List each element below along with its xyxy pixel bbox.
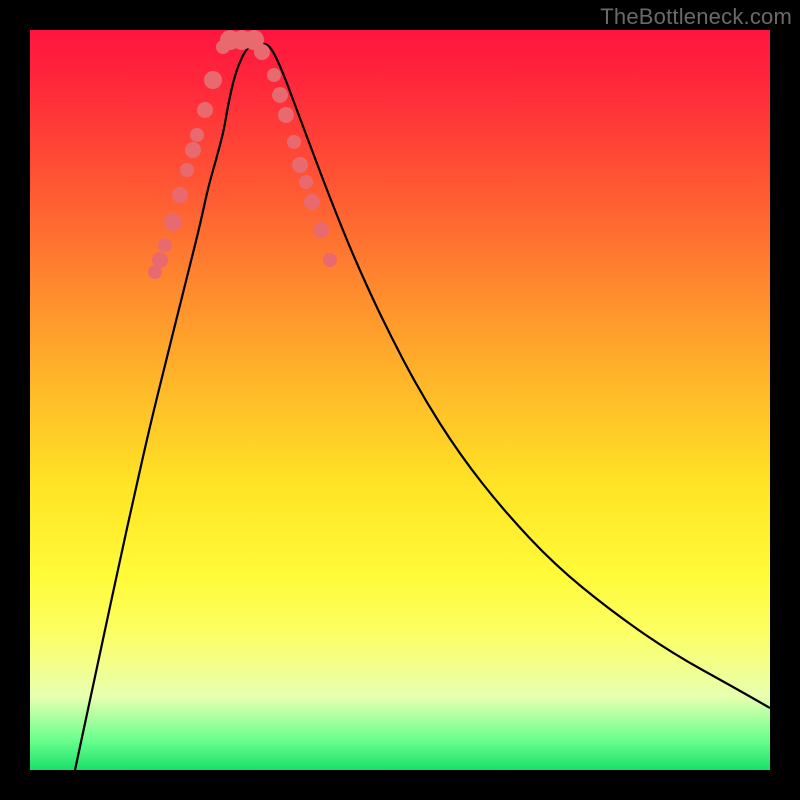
curve-marker <box>204 71 222 89</box>
curve-marker <box>185 142 201 158</box>
curve-marker <box>272 87 288 103</box>
curve-marker <box>180 163 194 177</box>
curve-marker <box>267 68 281 82</box>
curve-marker <box>292 157 308 173</box>
curve-marker <box>172 187 188 203</box>
curve-markers <box>148 30 337 279</box>
curve-marker <box>158 238 172 252</box>
curve-marker <box>278 107 294 123</box>
curve-marker <box>304 194 320 210</box>
curve-marker <box>287 135 301 149</box>
curve-marker <box>323 253 337 267</box>
curve-marker <box>190 128 204 142</box>
bottleneck-curve <box>75 44 770 771</box>
curve-marker <box>197 102 213 118</box>
curve-marker <box>313 222 329 238</box>
chart-plot-area <box>30 30 770 770</box>
curve-marker <box>152 252 168 268</box>
curve-marker <box>164 213 182 231</box>
chart-svg <box>30 30 770 770</box>
curve-marker <box>299 175 313 189</box>
watermark-text: TheBottleneck.com <box>600 4 792 30</box>
curve-marker <box>254 44 270 60</box>
